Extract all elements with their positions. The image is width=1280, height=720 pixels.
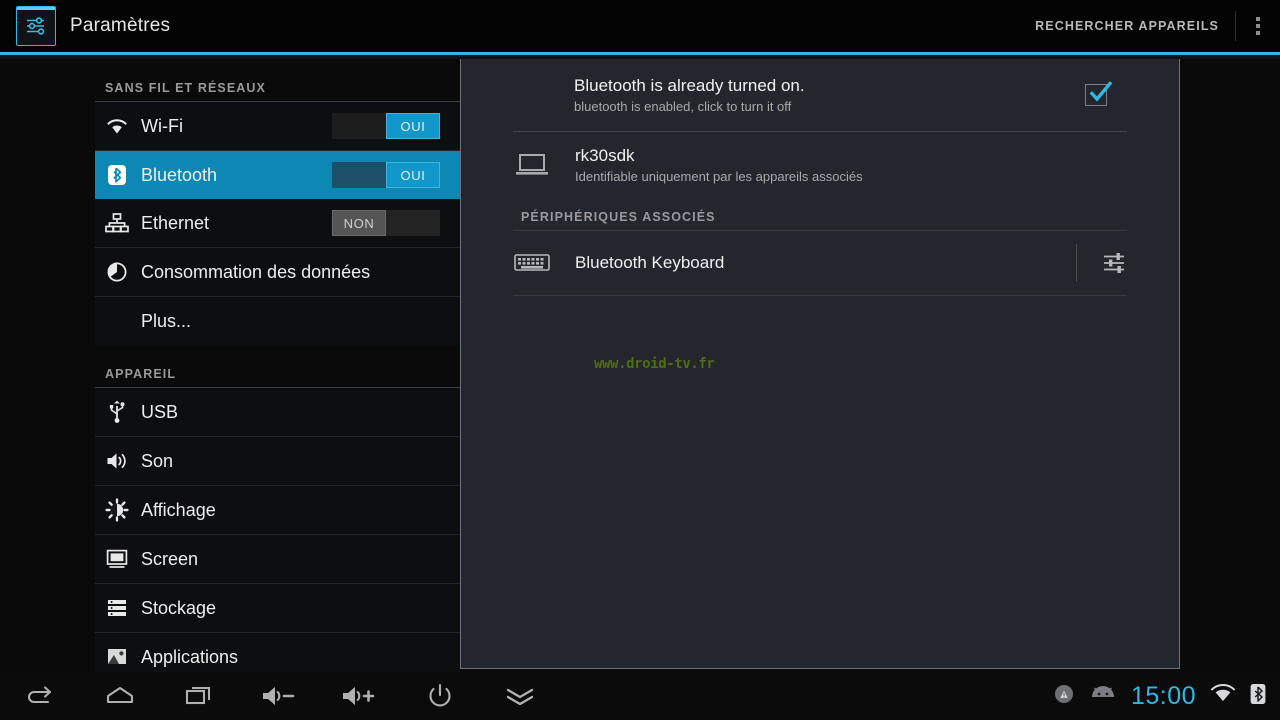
display-brightness-icon [95,498,139,522]
sidebar-item-label: Bluetooth [141,164,218,185]
toggle-label: NON [332,210,386,236]
sidebar-item-data-usage[interactable]: Consommation des données [95,248,460,296]
toggle-label: OUI [386,162,440,188]
wifi-toggle[interactable]: OUI [332,113,440,139]
page-title: Paramètres [70,15,171,36]
sidebar-item-label: Ethernet [141,212,210,233]
sidebar-item-more[interactable]: Plus... [95,297,460,345]
sidebar-item-label: Affichage [141,499,216,520]
sidebar-item-label: USB [141,401,179,422]
title-bar: Paramètres RECHERCHER APPAREILS [0,0,1280,52]
alert-circle-icon[interactable] [1053,683,1075,710]
title-bar-actions: RECHERCHER APPAREILS [1019,0,1280,52]
local-device-name: rk30sdk [575,146,635,165]
home-icon[interactable] [80,672,160,720]
paired-device-row-bluetooth-keyboard[interactable]: Bluetooth Keyboard [461,231,1179,295]
storage-icon [95,597,139,619]
paired-devices-section-header: PÉRIPHÉRIQUES ASSOCIÉS [521,210,716,224]
local-device-subtitle: Identifiable uniquement par les appareil… [575,169,863,184]
sidebar-item-label: Consommation des données [141,261,371,282]
volume-up-icon[interactable] [320,672,400,720]
ethernet-toggle[interactable]: NON [332,210,440,236]
sidebar-item-wifi[interactable]: Wi-Fi OUI [95,102,460,150]
navigation-bar: 15:00 [0,672,1280,720]
android-settings-screen: Paramètres RECHERCHER APPAREILS SANS FIL… [0,0,1280,720]
sidebar-item-ethernet[interactable]: Ethernet NON [95,199,460,247]
watermark: www.droid-tv.fr [594,356,715,372]
bluetooth-status-icon[interactable] [1250,683,1266,710]
bluetooth-status-subtitle: bluetooth is enabled, click to turn it o… [574,99,792,114]
sidebar-item-bluetooth[interactable]: Bluetooth OUI [95,151,460,199]
bluetooth-icon [95,163,139,187]
sidebar-item-usb[interactable]: USB [95,388,460,436]
search-devices-button[interactable]: RECHERCHER APPAREILS [1019,19,1235,33]
clock: 15:00 [1130,681,1196,710]
checkbox-checked-icon[interactable] [1085,81,1113,106]
device-settings-sliders-icon[interactable] [1076,244,1127,282]
usb-icon [95,400,139,424]
data-usage-icon [95,261,139,283]
sidebar-section-header-device: APPAREIL [105,367,177,381]
content-stage: SANS FIL ET RÉSEAUX Wi-Fi OUI Bluetooth … [0,59,1280,672]
settings-sliders-icon [16,6,56,46]
overflow-menu-icon[interactable] [1236,0,1280,52]
toggle-label: OUI [386,113,440,139]
sidebar-item-sound[interactable]: Son [95,437,460,485]
sidebar-item-storage[interactable]: Stockage [95,584,460,632]
panel-divider [513,295,1127,296]
bluetooth-toggle[interactable]: OUI [332,162,440,188]
sidebar-item-label: Screen [141,548,199,569]
ethernet-icon [95,212,139,234]
sidebar-item-label: Applications [141,646,239,667]
sidebar-item-label: Plus... [141,310,192,331]
sidebar-item-label: Wi-Fi [141,115,183,136]
monitor-icon [95,548,139,570]
power-icon[interactable] [400,672,480,720]
wifi-signal-icon[interactable] [1210,683,1236,709]
laptop-icon [513,151,575,179]
keyboard-icon [513,252,575,274]
paired-device-name: Bluetooth Keyboard [575,253,725,272]
sidebar-item-display[interactable]: Affichage [95,486,460,534]
bluetooth-status-row[interactable]: Bluetooth is already turned on. bluetoot… [461,59,1179,131]
volume-down-icon[interactable] [240,672,320,720]
applications-icon [95,646,139,668]
settings-icon-divider [1076,244,1077,282]
hide-keyboard-icon[interactable] [480,672,560,720]
android-head-icon[interactable] [1089,684,1117,709]
sound-icon [95,450,139,472]
bluetooth-settings-panel: Bluetooth is already turned on. bluetoot… [460,59,1180,669]
sidebar-item-label: Stockage [141,597,217,618]
status-area: 15:00 [1053,682,1280,711]
bluetooth-status-title: Bluetooth is already turned on. [574,76,805,95]
sidebar-section-header-wireless: SANS FIL ET RÉSEAUX [105,81,266,95]
local-device-row[interactable]: rk30sdk Identifiable uniquement par les … [461,132,1179,198]
wifi-icon [95,116,139,136]
back-icon[interactable] [0,672,80,720]
settings-sidebar: SANS FIL ET RÉSEAUX Wi-Fi OUI Bluetooth … [0,59,460,672]
sidebar-item-applications[interactable]: Applications [95,633,460,672]
sidebar-item-screen[interactable]: Screen [95,535,460,583]
recent-apps-icon[interactable] [160,672,240,720]
sidebar-item-label: Son [141,450,174,471]
